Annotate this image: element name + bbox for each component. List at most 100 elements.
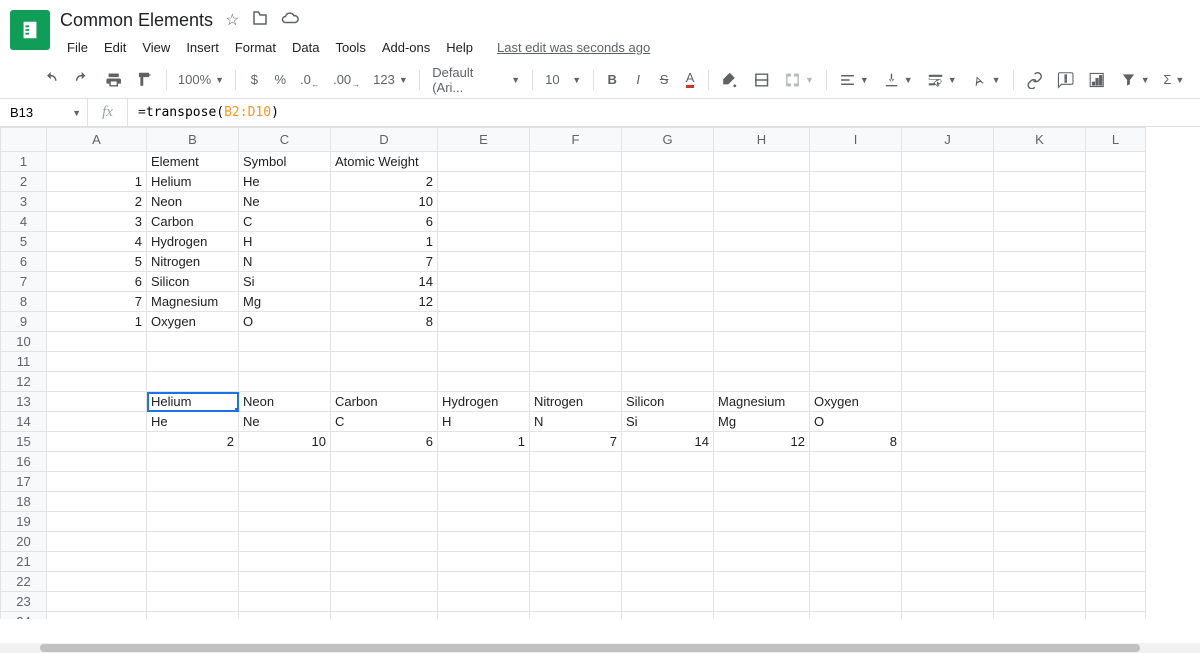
menu-edit[interactable]: Edit (97, 36, 133, 59)
cell-L19[interactable] (1086, 512, 1146, 532)
cell-B7[interactable]: Silicon (147, 272, 239, 292)
undo-button[interactable] (36, 67, 65, 93)
cell-C24[interactable] (239, 612, 331, 620)
row-header-20[interactable]: 20 (1, 532, 47, 552)
cell-C16[interactable] (239, 452, 331, 472)
row-header-14[interactable]: 14 (1, 412, 47, 432)
text-wrap-button[interactable]: ▼ (921, 67, 963, 93)
row-header-1[interactable]: 1 (1, 152, 47, 172)
cell-F17[interactable] (530, 472, 622, 492)
cell-F14[interactable]: N (530, 412, 622, 432)
menu-insert[interactable]: Insert (179, 36, 226, 59)
cell-D15[interactable]: 6 (331, 432, 438, 452)
cell-H3[interactable] (714, 192, 810, 212)
cell-A5[interactable]: 4 (47, 232, 147, 252)
row-header-9[interactable]: 9 (1, 312, 47, 332)
font-family-select[interactable]: Default (Ari...▼ (426, 67, 526, 93)
cell-B19[interactable] (147, 512, 239, 532)
cell-F10[interactable] (530, 332, 622, 352)
cell-J23[interactable] (902, 592, 994, 612)
insert-comment-button[interactable] (1051, 67, 1080, 93)
cell-B6[interactable]: Nitrogen (147, 252, 239, 272)
cell-C7[interactable]: Si (239, 272, 331, 292)
cell-L9[interactable] (1086, 312, 1146, 332)
cell-E8[interactable] (438, 292, 530, 312)
cell-L24[interactable] (1086, 612, 1146, 620)
cell-F24[interactable] (530, 612, 622, 620)
cell-I10[interactable] (810, 332, 902, 352)
cell-G21[interactable] (622, 552, 714, 572)
cell-E17[interactable] (438, 472, 530, 492)
cell-E13[interactable]: Hydrogen (438, 392, 530, 412)
cell-K23[interactable] (994, 592, 1086, 612)
cell-D9[interactable]: 8 (331, 312, 438, 332)
cell-D13[interactable]: Carbon (331, 392, 438, 412)
cell-A15[interactable] (47, 432, 147, 452)
cell-K14[interactable] (994, 412, 1086, 432)
cell-B3[interactable]: Neon (147, 192, 239, 212)
cell-I15[interactable]: 8 (810, 432, 902, 452)
cell-A23[interactable] (47, 592, 147, 612)
cell-G11[interactable] (622, 352, 714, 372)
cell-H9[interactable] (714, 312, 810, 332)
cell-L6[interactable] (1086, 252, 1146, 272)
cell-E11[interactable] (438, 352, 530, 372)
cell-I20[interactable] (810, 532, 902, 552)
cell-I1[interactable] (810, 152, 902, 172)
cell-D22[interactable] (331, 572, 438, 592)
cell-D7[interactable]: 14 (331, 272, 438, 292)
cell-K6[interactable] (994, 252, 1086, 272)
cell-I12[interactable] (810, 372, 902, 392)
cell-C1[interactable]: Symbol (239, 152, 331, 172)
cell-F6[interactable] (530, 252, 622, 272)
star-icon[interactable]: ☆ (225, 10, 239, 30)
cell-I7[interactable] (810, 272, 902, 292)
cloud-status-icon[interactable] (281, 9, 299, 32)
cell-J21[interactable] (902, 552, 994, 572)
cell-J12[interactable] (902, 372, 994, 392)
cell-C8[interactable]: Mg (239, 292, 331, 312)
cell-H15[interactable]: 12 (714, 432, 810, 452)
cell-D3[interactable]: 10 (331, 192, 438, 212)
cell-D18[interactable] (331, 492, 438, 512)
row-header-13[interactable]: 13 (1, 392, 47, 412)
cell-L1[interactable] (1086, 152, 1146, 172)
cell-D11[interactable] (331, 352, 438, 372)
cell-H6[interactable] (714, 252, 810, 272)
bold-button[interactable]: B (600, 67, 624, 93)
row-header-4[interactable]: 4 (1, 212, 47, 232)
menu-tools[interactable]: Tools (328, 36, 372, 59)
cell-B17[interactable] (147, 472, 239, 492)
cell-J8[interactable] (902, 292, 994, 312)
cell-E24[interactable] (438, 612, 530, 620)
row-header-18[interactable]: 18 (1, 492, 47, 512)
cell-J14[interactable] (902, 412, 994, 432)
horizontal-scrollbar[interactable] (0, 643, 1200, 653)
text-rotation-button[interactable]: ▼ (965, 67, 1007, 93)
cell-F4[interactable] (530, 212, 622, 232)
cell-A13[interactable] (47, 392, 147, 412)
cell-F5[interactable] (530, 232, 622, 252)
cell-C14[interactable]: Ne (239, 412, 331, 432)
cell-H13[interactable]: Magnesium (714, 392, 810, 412)
cell-A19[interactable] (47, 512, 147, 532)
cell-L17[interactable] (1086, 472, 1146, 492)
cell-I16[interactable] (810, 452, 902, 472)
cell-E12[interactable] (438, 372, 530, 392)
menu-add-ons[interactable]: Add-ons (375, 36, 437, 59)
cell-A4[interactable]: 3 (47, 212, 147, 232)
cell-H5[interactable] (714, 232, 810, 252)
row-header-10[interactable]: 10 (1, 332, 47, 352)
cell-B13[interactable]: Helium (147, 392, 239, 412)
cell-E6[interactable] (438, 252, 530, 272)
cell-A11[interactable] (47, 352, 147, 372)
cell-K3[interactable] (994, 192, 1086, 212)
font-size-select[interactable]: 10▼ (539, 67, 587, 93)
cell-E14[interactable]: H (438, 412, 530, 432)
cell-C17[interactable] (239, 472, 331, 492)
cell-K10[interactable] (994, 332, 1086, 352)
cell-B1[interactable]: Element (147, 152, 239, 172)
cell-J13[interactable] (902, 392, 994, 412)
cell-H1[interactable] (714, 152, 810, 172)
cell-J18[interactable] (902, 492, 994, 512)
